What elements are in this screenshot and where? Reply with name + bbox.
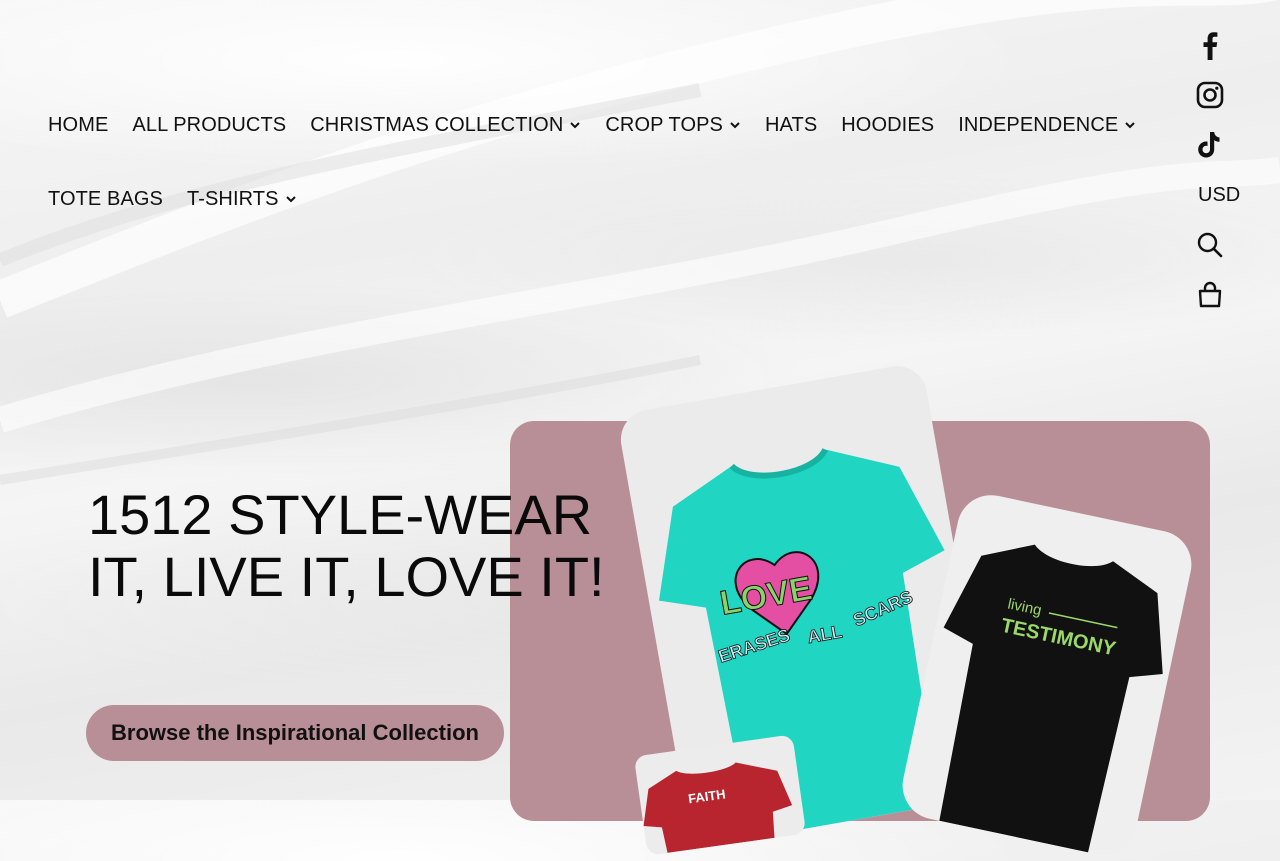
- product-card-faith-shirt[interactable]: FAITH: [633, 734, 807, 856]
- nav-item-home[interactable]: HOME: [48, 114, 108, 137]
- cart-icon: [1198, 281, 1222, 308]
- instagram-icon: [1196, 81, 1224, 109]
- hero-title: 1512 STYLE-WEAR IT, LIVE IT, LOVE IT!: [88, 483, 605, 608]
- nav-item-hats[interactable]: HATS: [765, 114, 817, 137]
- nav-item-label: INDEPENDENCE: [958, 113, 1119, 136]
- tiktok-icon: [1198, 132, 1220, 158]
- search-icon: [1197, 232, 1223, 258]
- nav-item-christmas-collection[interactable]: CHRISTMAS COLLECTION: [310, 114, 581, 137]
- header-icons: USD: [1196, 20, 1266, 320]
- nav-item-label: CROP TOPS: [605, 113, 723, 136]
- currency-selector[interactable]: USD: [1196, 170, 1266, 220]
- nav-item-all-products[interactable]: ALL PRODUCTS: [132, 114, 286, 137]
- nav-item-hoodies[interactable]: HOODIES: [841, 114, 934, 137]
- nav-row-1: HOME ALL PRODUCTS CHRISTMAS COLLECTION CROP…: [48, 104, 1168, 146]
- cart-button[interactable]: [1196, 270, 1266, 320]
- nav-item-label: HATS: [765, 113, 818, 136]
- nav-item-label: TOTE BAGS: [48, 187, 164, 210]
- nav-item-independence[interactable]: INDEPENDENCE: [958, 114, 1136, 137]
- facebook-icon: [1203, 32, 1218, 60]
- nav-item-tote-bags[interactable]: TOTE BAGS: [48, 188, 163, 211]
- nav-item-crop-tops[interactable]: CROP TOPS: [605, 114, 741, 137]
- instagram-link[interactable]: [1196, 70, 1266, 120]
- nav-item-label: HOME: [48, 113, 109, 136]
- chevron-down-icon: [730, 122, 740, 129]
- faith-tshirt-image: FAITH: [643, 762, 793, 853]
- search-button[interactable]: [1196, 220, 1266, 270]
- browse-collection-button[interactable]: Browse the Inspirational Collection: [86, 705, 504, 761]
- main-navigation: HOME ALL PRODUCTS CHRISTMAS COLLECTION CROP…: [48, 104, 1168, 220]
- tiktok-link[interactable]: [1196, 120, 1266, 170]
- nav-item-label: T-SHIRTS: [187, 187, 279, 210]
- currency-label: USD: [1198, 183, 1241, 206]
- chevron-down-icon: [1125, 122, 1136, 129]
- nav-item-label: ALL PRODUCTS: [132, 113, 287, 136]
- nav-item-label: HOODIES: [841, 113, 935, 136]
- nav-row-2: TOTE BAGS T-SHIRTS: [48, 178, 1168, 220]
- nav-item-t-shirts[interactable]: T-SHIRTS: [187, 188, 297, 211]
- nav-item-label: CHRISTMAS COLLECTION: [310, 113, 564, 136]
- chevron-down-icon: [570, 122, 581, 129]
- facebook-link[interactable]: [1196, 20, 1266, 70]
- chevron-down-icon: [285, 196, 296, 203]
